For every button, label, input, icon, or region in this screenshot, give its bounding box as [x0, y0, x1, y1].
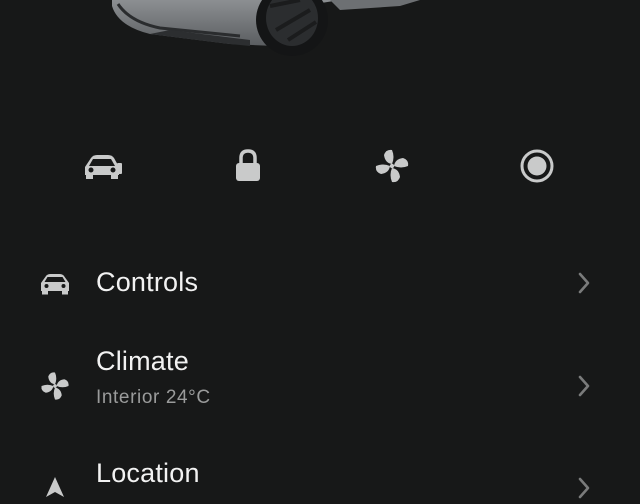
chevron-right-icon [578, 477, 590, 499]
quick-lock-button[interactable] [218, 140, 278, 192]
menu-item-climate[interactable]: Climate Interior 24°C [0, 340, 640, 420]
record-icon [520, 149, 554, 183]
navigation-arrow-icon [46, 477, 64, 497]
chevron-right-icon [578, 375, 590, 397]
car-front-icon [112, 0, 420, 56]
controls-icon-wrap [34, 268, 76, 300]
car-icon [41, 274, 69, 295]
controls-title: Controls [96, 267, 199, 297]
quick-car-button[interactable] [72, 140, 132, 192]
chevron-right-icon [578, 272, 590, 294]
menu-item-location[interactable]: Location [0, 446, 640, 499]
quick-fan-button[interactable] [362, 140, 422, 192]
location-title: Location [96, 458, 200, 488]
vehicle-image [0, 0, 640, 80]
car-icon [85, 155, 122, 179]
quick-actions [0, 140, 640, 192]
quick-record-button[interactable] [507, 140, 567, 192]
climate-icon-wrap [34, 370, 76, 402]
lock-icon [236, 149, 260, 181]
fan-icon [41, 372, 69, 400]
location-icon-wrap [34, 472, 76, 504]
climate-subtitle: Interior 24°C [96, 387, 211, 408]
climate-title: Climate [96, 346, 189, 376]
menu-item-controls[interactable]: Controls [0, 258, 640, 310]
fan-icon [375, 149, 409, 183]
